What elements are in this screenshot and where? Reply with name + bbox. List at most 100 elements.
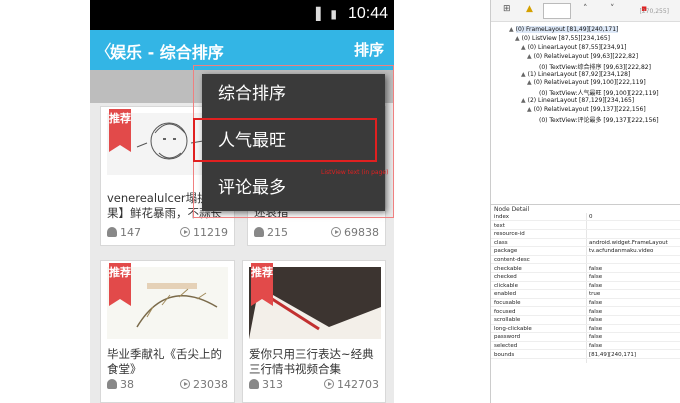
recommend-ribbon: 推荐 [251, 263, 273, 306]
video-stats: 38 23038 [107, 378, 228, 392]
tree-toggle-icon[interactable]: ▲ [527, 106, 532, 113]
video-card[interactable]: 推荐 毕业季献礼《舌尖上的食堂》 38 23038 [100, 260, 235, 403]
status-bar: ▐ ▮ 10:44 [90, 0, 394, 30]
node-detail-table: Node Detail index 0 text resource-id class an… [491, 204, 680, 403]
selection-label: ListView text (in page) [321, 169, 389, 176]
tree-node[interactable]: ▲ (0) RelativeLayout [99,137][222,156] [527, 106, 646, 113]
detail-key: focused [494, 308, 516, 315]
detail-row: checkable false [491, 265, 680, 273]
video-title: 爱你只用三行表达~经典三行情书视频合集 [249, 347, 374, 376]
recommend-ribbon: 推荐 [109, 263, 131, 306]
user-icon [254, 227, 264, 237]
detail-row: resource-id [491, 230, 680, 239]
detail-row: text [491, 222, 680, 230]
tree-toggle-icon[interactable]: ▲ [527, 79, 532, 86]
detail-row: clickable false [491, 282, 680, 291]
play-count: 23038 [180, 378, 228, 391]
recommend-ribbon: 推荐 [109, 109, 131, 152]
detail-key: content-desc [494, 257, 530, 263]
tree-node[interactable]: ▲ (0) RelativeLayout [99,100][222,119] [527, 79, 646, 86]
detail-row: long-clickable false [491, 325, 680, 334]
detail-value: false [589, 274, 603, 281]
zoom-field[interactable] [543, 3, 571, 19]
page-title: 娱乐 - 综合排序 [110, 43, 224, 62]
detail-key: focusable [494, 300, 521, 306]
detail-value: tv.acfundanmaku.video [589, 248, 654, 255]
detail-value: false [589, 300, 603, 306]
detail-key: text [494, 222, 505, 229]
video-stats: 215 69838 [254, 226, 379, 240]
tree-toggle-icon[interactable]: ▲ [521, 97, 526, 104]
down-arrow-icon[interactable]: ˅ [610, 4, 615, 14]
detail-row: package tv.acfundanmaku.video [491, 247, 680, 256]
tree-node[interactable]: ▲ (0) ListView [87,55][234,165] [515, 35, 610, 42]
play-count: 142703 [324, 378, 379, 391]
status-icons: ▐ ▮ [311, 7, 340, 21]
play-icon [180, 379, 190, 389]
detail-value: 0 [589, 214, 593, 220]
tree-node[interactable]: (0) TextView:人气最旺 [99,100][222,119] [537, 88, 659, 97]
detail-key: enabled [494, 291, 517, 298]
detail-key: selected [494, 343, 518, 349]
detail-key: resource-id [494, 231, 525, 238]
detail-row: focused false [491, 308, 680, 316]
tree-node-label: (0) FrameLayout [81,49][240,171] [515, 26, 619, 33]
screen: ▐ ▮ 10:44 〈 娱乐 - 综合排序 排序 推荐 venerealulce… [0, 0, 680, 403]
detail-key: class [494, 239, 508, 246]
user-count: 313 [249, 378, 283, 391]
user-count: 147 [107, 226, 141, 239]
user-icon [107, 379, 117, 389]
detail-value: false [589, 265, 603, 272]
detail-value: false [589, 325, 603, 332]
tree-node[interactable]: (0) TextView:综合排序 [99,63][222,82] [537, 62, 651, 71]
tree-node[interactable]: ▲ (1) LinearLayout [87,92][234,128] [521, 71, 630, 78]
warning-icon[interactable]: ▲ [526, 4, 533, 14]
video-card[interactable]: 推荐 爱你只用三行表达~经典三行情书视频合集 313 142703 [242, 260, 386, 403]
detail-key: bounds [494, 351, 515, 358]
detail-row: class android.widget.FrameLayout [491, 239, 680, 248]
tree-node[interactable]: ▲ (0) LinearLayout [87,55][234,91] [521, 44, 627, 51]
tree-toggle-icon[interactable]: ▲ [521, 71, 526, 78]
tree-node-label: (0) LinearLayout [87,55][234,91] [527, 43, 627, 51]
detail-row: enabled true [491, 290, 680, 299]
play-count: 69838 [331, 226, 379, 239]
detail-value: [81,49][240,171] [589, 351, 637, 358]
play-icon [324, 379, 334, 389]
selected-node-highlight [193, 118, 377, 162]
user-count: 215 [254, 226, 288, 239]
tree-node[interactable]: ▲ (0) RelativeLayout [99,63][222,82] [527, 53, 638, 60]
tree-node-label: (0) RelativeLayout [99,137][222,156] [533, 106, 646, 114]
play-icon [180, 227, 190, 237]
tree-toggle-icon[interactable]: ▲ [521, 44, 526, 51]
detail-row: password false [491, 333, 680, 342]
detail-row: bounds [81,49][240,171] [491, 351, 680, 359]
user-count: 38 [107, 378, 134, 391]
tree-node-label: (0) ListView [87,55][234,165] [521, 34, 611, 42]
detail-row: content-desc [491, 256, 680, 265]
tree-node-label: (0) RelativeLayout [99,63][222,82] [533, 52, 639, 60]
detail-value: false [589, 282, 603, 289]
tree-node[interactable]: ▲ (2) LinearLayout [87,129][234,165] [521, 97, 634, 104]
tree-node-label: (2) LinearLayout [87,129][234,165] [527, 97, 635, 105]
tree-node[interactable]: ▲ (0) FrameLayout [81,49][240,171] [509, 26, 619, 33]
cursor-coords: [270,255] [639, 8, 670, 15]
status-time: 10:44 [347, 5, 388, 22]
detail-row: index 0 [491, 213, 680, 222]
node-detail-header: Node Detail [494, 206, 530, 213]
user-icon [107, 227, 117, 237]
tree-toggle-icon[interactable]: ▲ [515, 35, 520, 42]
tree-node-label: (0) RelativeLayout [99,100][222,119] [533, 79, 646, 87]
sort-button[interactable]: 排序 [354, 39, 384, 60]
view-hierarchy-tree[interactable]: ▲ (0) FrameLayout [81,49][240,171] ▲ (0) Li… [491, 24, 680, 200]
tree-toggle-icon[interactable]: ▲ [509, 26, 514, 33]
tree-node-label: (0) TextView:评论最多 [99,137][222,156] [539, 117, 659, 124]
expand-icon[interactable]: ⊞ [503, 4, 511, 14]
user-icon [249, 379, 259, 389]
tree-toggle-icon[interactable]: ▲ [527, 53, 532, 60]
detail-row: scrollable false [491, 316, 680, 325]
detail-row: selected false [491, 342, 680, 351]
detail-value: false [589, 308, 603, 315]
tree-node[interactable]: (0) TextView:评论最多 [99,137][222,156] [537, 115, 659, 124]
action-bar: 〈 娱乐 - 综合排序 排序 [90, 30, 394, 70]
up-arrow-icon[interactable]: ˄ [583, 4, 588, 14]
